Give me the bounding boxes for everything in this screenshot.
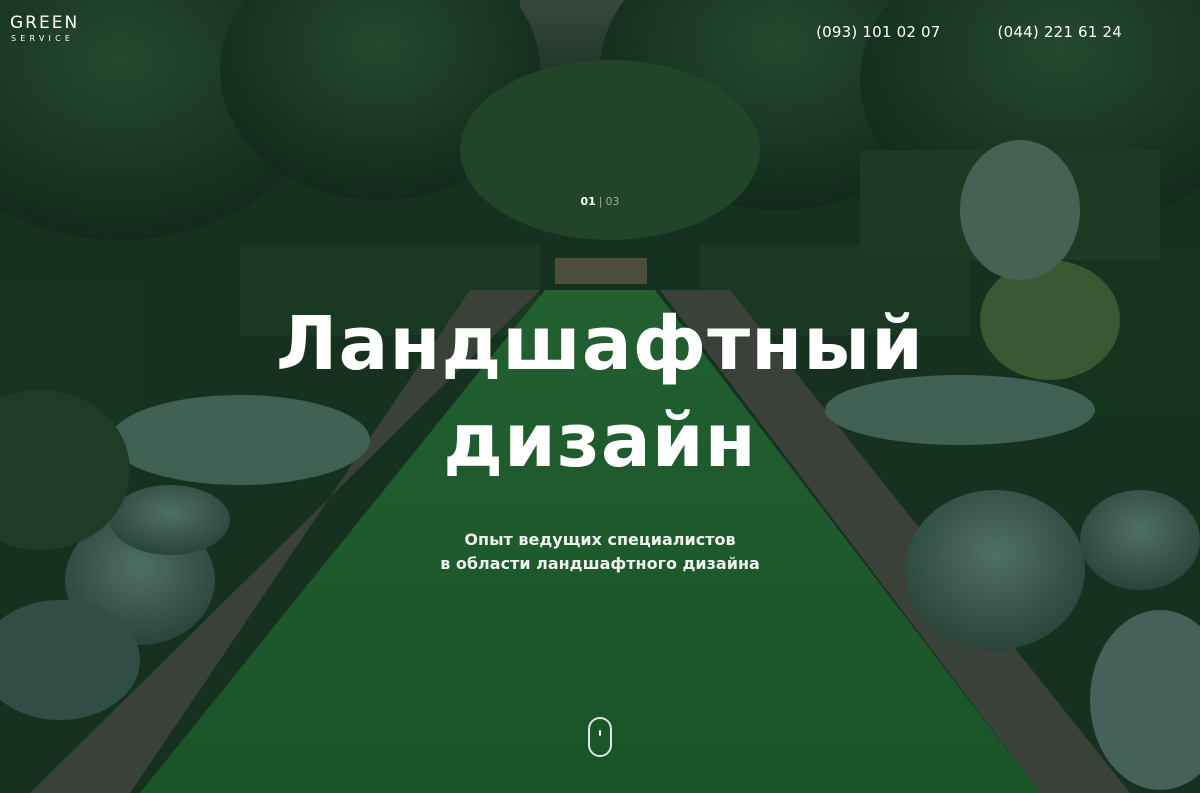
- header-phones: (093) 101 02 07 (044) 221 61 24: [816, 23, 1122, 41]
- slide-total: 03: [605, 195, 620, 208]
- phone-link-2[interactable]: (044) 221 61 24: [998, 23, 1122, 41]
- hero-title-line-2: дизайн: [443, 398, 757, 484]
- logo-sub-text: SERVICE: [11, 34, 75, 43]
- hero-subtitle-line-1: Опыт ведущих специалистов: [464, 530, 736, 549]
- mouse-scroll-icon[interactable]: [588, 717, 612, 757]
- scroll-wheel-dot: [599, 730, 601, 736]
- slide-current: 01: [580, 195, 596, 208]
- hero-subtitle: Опыт ведущих специалистов в области ланд…: [0, 528, 1200, 576]
- hero-subtitle-line-2: в области ландшафтного дизайна: [440, 554, 760, 573]
- logo-main-text: GREEN: [10, 13, 80, 33]
- slide-counter: 01 | 03: [0, 195, 1200, 208]
- hero-title: Ландшафтный дизайн: [0, 296, 1200, 490]
- logo[interactable]: GREEN SERVICE: [10, 15, 79, 43]
- phone-link-1[interactable]: (093) 101 02 07: [816, 23, 940, 41]
- hero-title-line-1: Ландшафтный: [275, 301, 925, 387]
- slide-separator: |: [598, 195, 603, 208]
